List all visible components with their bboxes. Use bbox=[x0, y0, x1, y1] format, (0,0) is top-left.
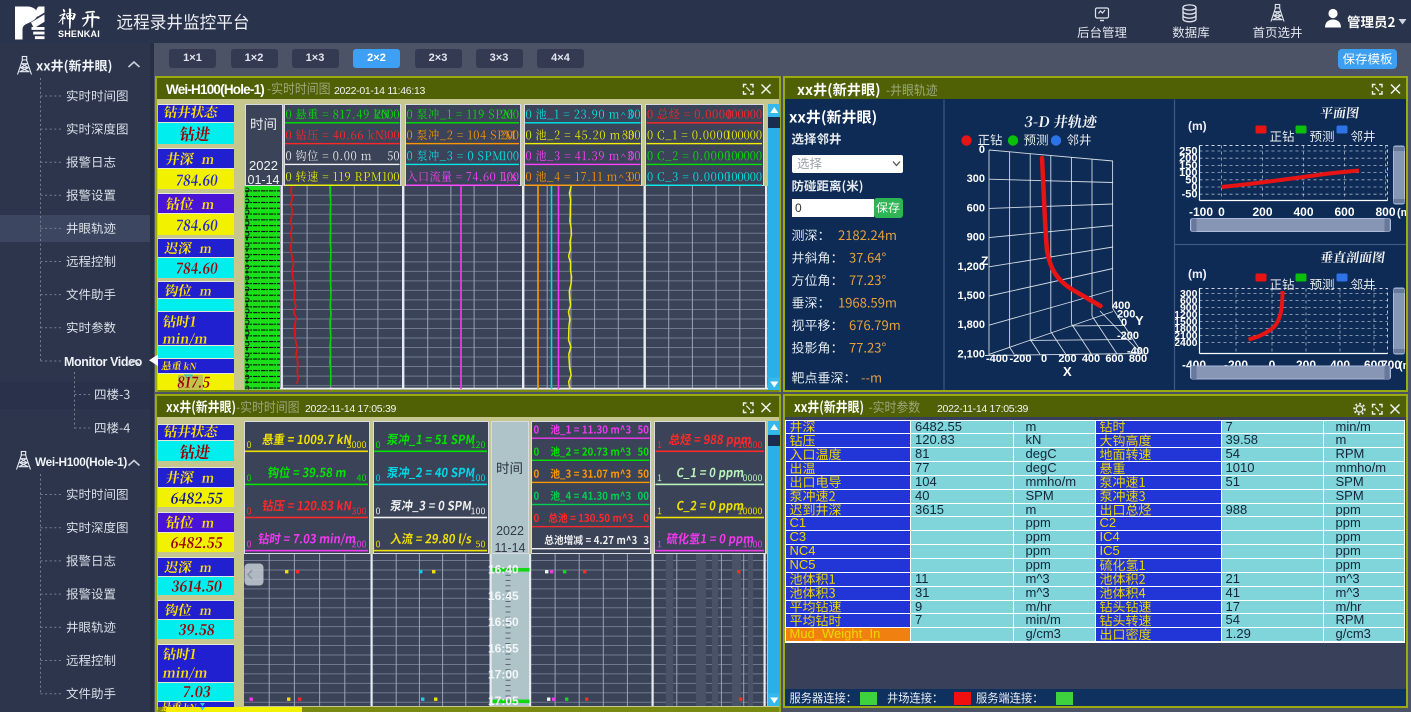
svg-text:-400: -400 bbox=[1127, 345, 1149, 357]
svg-text:-50: -50 bbox=[1182, 188, 1198, 200]
svg-text:Z: Z bbox=[981, 254, 988, 268]
svg-text:900: 900 bbox=[966, 231, 984, 243]
svg-text:400: 400 bbox=[1081, 353, 1099, 365]
svg-text:16:55: 16:55 bbox=[488, 641, 519, 655]
svg-text:(m): (m) bbox=[1397, 207, 1406, 219]
svg-text:1,500: 1,500 bbox=[957, 290, 985, 302]
svg-text:0: 0 bbox=[1121, 317, 1127, 329]
svg-text:0: 0 bbox=[978, 144, 984, 156]
svg-text:600: 600 bbox=[1105, 353, 1123, 365]
svg-text:400: 400 bbox=[1293, 205, 1313, 219]
svg-text:0: 0 bbox=[1040, 353, 1046, 365]
svg-text:200: 200 bbox=[1252, 205, 1272, 219]
svg-text:600: 600 bbox=[1334, 205, 1354, 219]
svg-text:(m): (m) bbox=[1399, 360, 1406, 372]
svg-text:17:00: 17:00 bbox=[488, 667, 519, 681]
svg-text:-200: -200 bbox=[1009, 353, 1031, 365]
svg-text:16:50: 16:50 bbox=[488, 615, 519, 629]
svg-text:16:40: 16:40 bbox=[488, 562, 519, 576]
svg-text:16:45: 16:45 bbox=[488, 588, 519, 602]
svg-text:-400: -400 bbox=[985, 353, 1007, 365]
svg-text:300: 300 bbox=[966, 173, 984, 185]
svg-text:800: 800 bbox=[1375, 205, 1395, 219]
svg-text:2400: 2400 bbox=[1175, 337, 1198, 349]
svg-text:Y: Y bbox=[1135, 313, 1144, 328]
svg-text:-200: -200 bbox=[1117, 330, 1139, 342]
svg-text:-100: -100 bbox=[1189, 205, 1213, 219]
svg-text:X: X bbox=[1063, 364, 1072, 379]
svg-text:17:05: 17:05 bbox=[488, 694, 519, 707]
svg-text:1,800: 1,800 bbox=[957, 319, 985, 331]
svg-text:600: 600 bbox=[966, 202, 984, 214]
svg-text:2,100: 2,100 bbox=[957, 348, 985, 360]
svg-text:0: 0 bbox=[1218, 205, 1225, 219]
